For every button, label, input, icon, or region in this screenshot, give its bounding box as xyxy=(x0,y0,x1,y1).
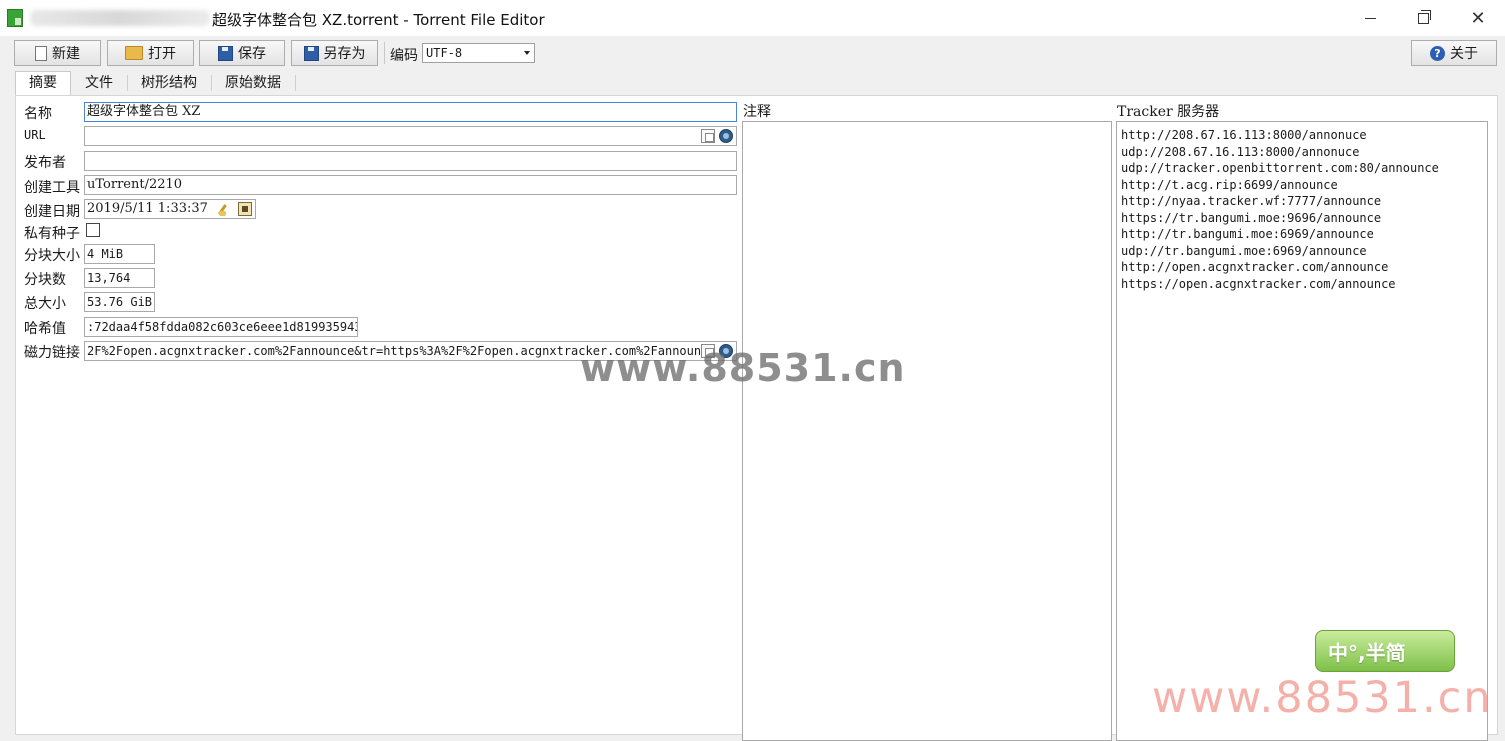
window-title: 超级字体整合包 XZ.torrent - Torrent File Editor xyxy=(212,11,545,29)
watermark-center: www.88531.cn xyxy=(580,346,906,390)
close-icon: ✕ xyxy=(1470,7,1486,29)
open-link-icon[interactable] xyxy=(719,129,733,143)
publisher-label: 发布者 xyxy=(24,155,66,171)
tracker-item: https://tr.bangumi.moe:9696/announce xyxy=(1121,210,1382,225)
tracker-item: http://open.acgnxtracker.com/announce xyxy=(1121,260,1389,274)
close-button[interactable]: ✕ xyxy=(1451,0,1505,36)
app-icon xyxy=(7,9,23,27)
toolbar-separator xyxy=(384,42,385,64)
piece-count-input[interactable]: 13,764 xyxy=(84,268,155,288)
tracker-item: http://nyaa.tracker.wf:7777/announce xyxy=(1121,194,1382,208)
total-size-input[interactable]: 53.76 GiB xyxy=(84,292,155,312)
title-redacted-area xyxy=(30,10,210,26)
tracker-item: udp://208.67.16.113:8000/annonuce xyxy=(1121,144,1360,159)
tracker-item: http://208.67.16.113:8000/annonuce xyxy=(1121,128,1367,142)
tracker-list: http://208.67.16.113:8000/annonuce udp:/… xyxy=(1117,122,1487,292)
tracker-item: http://t.acg.rip:6699/announce xyxy=(1121,177,1338,192)
floppy-disk-save-as-icon xyxy=(303,45,319,61)
url-label: URL xyxy=(24,128,46,142)
tab-files[interactable]: 文件 xyxy=(72,73,126,93)
tab-raw-data[interactable]: 原始数据 xyxy=(212,73,294,93)
minimize-icon xyxy=(1364,17,1376,19)
comment-textarea[interactable] xyxy=(742,121,1112,741)
name-input[interactable]: 超级字体整合包 XZ xyxy=(84,102,737,122)
publisher-input[interactable] xyxy=(84,151,737,171)
piece-size-label: 分块大小 xyxy=(24,248,80,264)
new-button-label: 新建 xyxy=(52,46,80,62)
restore-icon xyxy=(1417,9,1431,24)
about-button-label: 关于 xyxy=(1450,46,1478,62)
tracker-item: http://tr.bangumi.moe:6969/announce xyxy=(1121,227,1374,241)
private-checkbox[interactable] xyxy=(86,223,100,237)
creation-date-value: 2019/5/11 1:33:37 xyxy=(87,201,208,216)
minimize-button[interactable] xyxy=(1343,0,1397,36)
chevron-down-icon xyxy=(524,51,530,55)
encoding-select[interactable]: UTF-8 xyxy=(422,43,535,63)
ime-indicator[interactable]: 中°,半简 xyxy=(1315,630,1455,672)
tab-divider xyxy=(295,75,296,91)
open-button[interactable]: 打开 xyxy=(107,40,194,66)
tab-summary[interactable]: 摘要 xyxy=(15,71,71,96)
tracker-label: Tracker 服务器 xyxy=(1117,104,1220,120)
piece-size-input[interactable]: 4 MiB xyxy=(84,244,155,264)
piece-count-label: 分块数 xyxy=(24,272,66,288)
name-label: 名称 xyxy=(24,106,52,122)
new-file-icon xyxy=(35,45,47,61)
encoding-value: UTF-8 xyxy=(426,46,463,60)
save-button-label: 保存 xyxy=(238,46,266,62)
floppy-disk-icon xyxy=(218,45,233,61)
save-as-button-label: 另存为 xyxy=(323,46,366,62)
open-button-label: 打开 xyxy=(148,46,176,62)
help-icon: ? xyxy=(1430,45,1445,61)
creation-date-label: 创建日期 xyxy=(24,204,80,220)
created-by-label: 创建工具 xyxy=(24,180,80,196)
tracker-item: udp://tr.bangumi.moe:6969/announce xyxy=(1121,243,1367,258)
comment-label: 注释 xyxy=(743,104,771,120)
encoding-label: 编码 xyxy=(390,48,418,64)
url-input[interactable] xyxy=(84,126,737,146)
about-button[interactable]: ? 关于 xyxy=(1411,40,1497,66)
magnet-label: 磁力链接 xyxy=(24,345,80,361)
creation-date-input[interactable]: 2019/5/11 1:33:37 xyxy=(84,199,256,219)
maximize-button[interactable] xyxy=(1396,0,1450,36)
copy-icon[interactable] xyxy=(701,129,715,143)
tracker-item: udp://tracker.openbittorrent.com:80/anno… xyxy=(1121,161,1439,175)
save-as-button[interactable]: 另存为 xyxy=(291,40,378,66)
title-bar: 超级字体整合包 XZ.torrent - Torrent File Editor… xyxy=(0,0,1505,36)
clear-date-icon[interactable] xyxy=(219,202,233,216)
watermark-corner: www.88531.cn xyxy=(1152,673,1493,723)
total-size-label: 总大小 xyxy=(24,296,66,312)
folder-open-icon xyxy=(125,46,143,60)
calendar-icon[interactable] xyxy=(238,202,252,216)
private-label: 私有种子 xyxy=(24,226,80,242)
hash-input[interactable]: :72daa4f58fdda082c603ce6eee1d8199359434 xyxy=(84,317,358,337)
new-button[interactable]: 新建 xyxy=(14,40,101,66)
hash-label: 哈希值 xyxy=(24,321,66,337)
save-button[interactable]: 保存 xyxy=(199,40,285,66)
tracker-item: https://open.acgnxtracker.com/announce xyxy=(1121,276,1396,291)
created-by-input[interactable]: uTorrent/2210 xyxy=(84,175,737,195)
tab-tree[interactable]: 树形结构 xyxy=(128,73,210,93)
